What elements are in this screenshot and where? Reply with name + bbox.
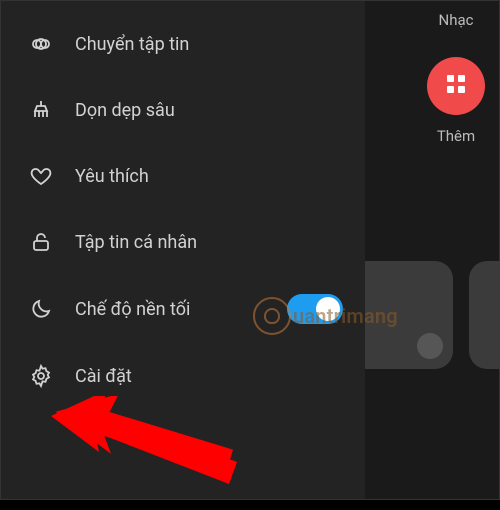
moon-icon	[27, 295, 55, 323]
lock-icon	[27, 228, 55, 256]
bg-category-stack: Nhạc Thêm	[427, 11, 485, 145]
menu-settings[interactable]: Cài đặt	[1, 343, 365, 409]
menu-item-label: Chế độ nền tối	[75, 299, 267, 320]
menu-item-label: Chuyển tập tin	[75, 34, 343, 55]
menu-item-label: Yêu thích	[75, 166, 343, 187]
file-card[interactable]	[469, 261, 500, 369]
link-icon	[27, 30, 55, 58]
menu-favorites[interactable]: Yêu thích	[1, 143, 365, 209]
menu-item-label: Cài đặt	[75, 366, 343, 387]
menu-dark-mode[interactable]: Chế độ nền tối	[1, 275, 365, 343]
menu-transfer-files[interactable]: Chuyển tập tin	[1, 11, 365, 77]
toggle-knob	[316, 297, 340, 321]
side-drawer: Chuyển tập tin Dọn dẹp sâu Yêu thích Tập…	[1, 1, 365, 499]
more-category-button[interactable]	[427, 57, 485, 115]
music-category-label: Nhạc	[439, 11, 474, 29]
bg-file-cards	[343, 261, 499, 369]
menu-item-label: Tập tin cá nhân	[75, 232, 343, 253]
card-badge	[417, 333, 443, 359]
gear-icon	[27, 362, 55, 390]
broom-icon	[27, 96, 55, 124]
more-category-label: Thêm	[437, 127, 475, 145]
dark-mode-toggle[interactable]	[287, 294, 343, 324]
grid-icon	[444, 72, 468, 100]
menu-private-files[interactable]: Tập tin cá nhân	[1, 209, 365, 275]
heart-icon	[27, 162, 55, 190]
menu-deep-clean[interactable]: Dọn dẹp sâu	[1, 77, 365, 143]
menu-item-label: Dọn dẹp sâu	[75, 100, 343, 121]
